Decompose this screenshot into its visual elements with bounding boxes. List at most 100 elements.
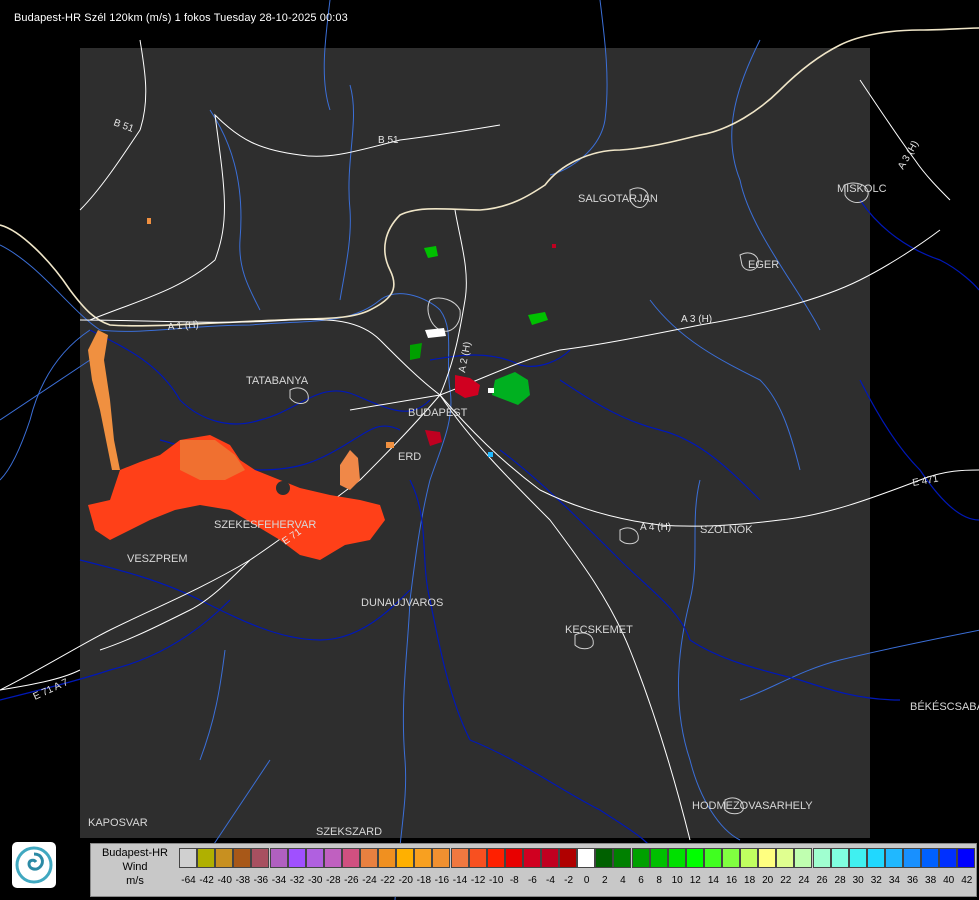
echo-gap xyxy=(276,481,290,495)
legend-tick-label: 20 xyxy=(762,875,774,886)
echo-blue-dot xyxy=(488,452,493,457)
legend-swatch xyxy=(559,848,578,868)
legend-tick-label: 10 xyxy=(671,875,683,886)
legend-swatch xyxy=(903,848,921,868)
legend-tick-label: -36 xyxy=(253,875,269,886)
echo-speck-2 xyxy=(147,218,151,224)
legend-swatch xyxy=(504,848,523,868)
legend-swatch xyxy=(649,848,668,868)
legend-tick-label: -6 xyxy=(527,875,537,886)
legend-tick-label: -38 xyxy=(235,875,251,886)
legend-swatch xyxy=(740,848,759,868)
road-label-b51-north: B 51 xyxy=(378,135,399,146)
legend-swatch xyxy=(414,848,433,868)
legend-swatch xyxy=(884,848,903,868)
city-label-budapest: BUDAPEST xyxy=(408,407,468,419)
legend-swatch xyxy=(776,848,795,868)
legend-swatch xyxy=(269,848,288,868)
wind-color-legend: Budapest-HR Wind m/s -64 -42 -40 -38 -36 -34-… xyxy=(90,843,977,897)
legend-tick-label: -64 xyxy=(181,875,196,886)
legend-swatch xyxy=(613,848,632,868)
legend-tick-label: 38 xyxy=(925,875,937,886)
legend-swatch xyxy=(957,848,976,868)
echo-white-dot xyxy=(488,388,494,393)
legend-swatch xyxy=(251,848,270,868)
legend-tick-label: -14 xyxy=(452,875,468,886)
legend-tick-label: 6 xyxy=(638,875,644,886)
legend-swatch xyxy=(468,848,487,868)
echo-speck-1 xyxy=(386,442,394,448)
legend-swatch xyxy=(685,848,704,868)
road-label-a3: A 3 (H) xyxy=(681,314,712,325)
city-label-bekescsaba: BÉKÉSCSABA xyxy=(910,700,979,713)
legend-tick-label: 22 xyxy=(780,875,792,886)
legend-swatch xyxy=(595,848,614,868)
city-label-kecskemet: KECSKEMET xyxy=(565,624,633,636)
legend-swatch xyxy=(830,848,849,868)
radar-map-view: B 51 B 51 A 1 (H) A 2 (H) A 3 (H) A 3 (H… xyxy=(0,0,979,900)
legend-swatch xyxy=(812,848,831,868)
legend-swatch xyxy=(921,848,940,868)
legend-swatch xyxy=(287,848,306,868)
legend-tick-label: 8 xyxy=(656,875,662,886)
legend-tick-label: 24 xyxy=(798,875,810,886)
legend-caption: Budapest-HR Wind m/s xyxy=(91,846,179,888)
legend-tick-label: 28 xyxy=(834,875,846,886)
city-label-erd: ERD xyxy=(398,451,421,463)
legend-swatch xyxy=(378,848,397,868)
legend-swatch xyxy=(486,848,505,868)
legend-swatch xyxy=(179,848,197,868)
legend-tick-label: -12 xyxy=(470,875,486,886)
road-label-a4: A 4 (H) xyxy=(640,522,671,533)
road-label-a3-ne: A 3 (H) xyxy=(896,139,921,171)
legend-swatch xyxy=(939,848,958,868)
city-label-hodmezovasarhely: HODMEZOVASARHELY xyxy=(692,800,813,812)
legend-tick-label: -22 xyxy=(380,875,395,886)
city-label-salgotarjan: SALGOTARJAN xyxy=(578,193,658,205)
legend-swatch xyxy=(794,848,813,868)
legend-swatch xyxy=(631,848,650,868)
legend-tick-label: -32 xyxy=(289,875,305,886)
city-label-szolnok: SZOLNOK xyxy=(700,524,753,536)
legend-swatch xyxy=(541,848,559,868)
legend-swatch xyxy=(450,848,469,868)
legend-tick-label: 0 xyxy=(583,875,590,886)
legend-tick-label: -16 xyxy=(434,875,450,886)
legend-tick-label: 14 xyxy=(707,875,719,886)
legend-tick-label: -24 xyxy=(362,875,377,886)
map-title: Budapest-HR Szél 120km (m/s) 1 fokos Tue… xyxy=(14,12,348,24)
legend-tick-label: -42 xyxy=(199,875,214,886)
legend-tick-label: 32 xyxy=(870,875,882,886)
echo-red-dot xyxy=(552,244,556,248)
road-label-e71-sw: E 71 A 7 xyxy=(32,677,71,703)
legend-tick-label: -30 xyxy=(307,875,323,886)
legend-swatch xyxy=(233,848,252,868)
legend-tick-label: 18 xyxy=(744,875,756,886)
legend-tick-label: 34 xyxy=(888,875,900,886)
legend-tick-label: -8 xyxy=(509,875,519,886)
legend-swatch xyxy=(305,848,324,868)
city-label-miskolc: MISKOLC xyxy=(837,183,887,195)
legend-swatch xyxy=(360,848,378,868)
legend-swatch xyxy=(432,848,451,868)
legend-tick-label: -10 xyxy=(488,875,504,886)
legend-tick-label: -2 xyxy=(564,875,574,886)
city-label-tatabanya: TATABANYA xyxy=(246,375,309,387)
road-label-e471: E 471 xyxy=(912,474,940,489)
legend-swatch xyxy=(396,848,415,868)
legend-swatch xyxy=(722,848,740,868)
legend-tick-label: 40 xyxy=(943,875,955,886)
legend-swatch xyxy=(866,848,885,868)
radar-map-canvas: B 51 B 51 A 1 (H) A 2 (H) A 3 (H) A 3 (H… xyxy=(0,0,979,900)
legend-swatch xyxy=(577,848,596,868)
legend-swatch xyxy=(703,848,722,868)
city-label-eger: EGER xyxy=(748,259,779,271)
legend-swatch xyxy=(522,848,541,868)
legend-tick-label: 12 xyxy=(689,875,701,886)
legend-tick-label: -40 xyxy=(217,875,232,886)
legend-tick-label: -18 xyxy=(416,875,432,886)
legend-tick-label: 4 xyxy=(620,875,626,886)
radar-logo xyxy=(12,842,56,888)
legend-tick-label: 36 xyxy=(906,875,919,886)
legend-tick-label: -28 xyxy=(326,875,341,886)
